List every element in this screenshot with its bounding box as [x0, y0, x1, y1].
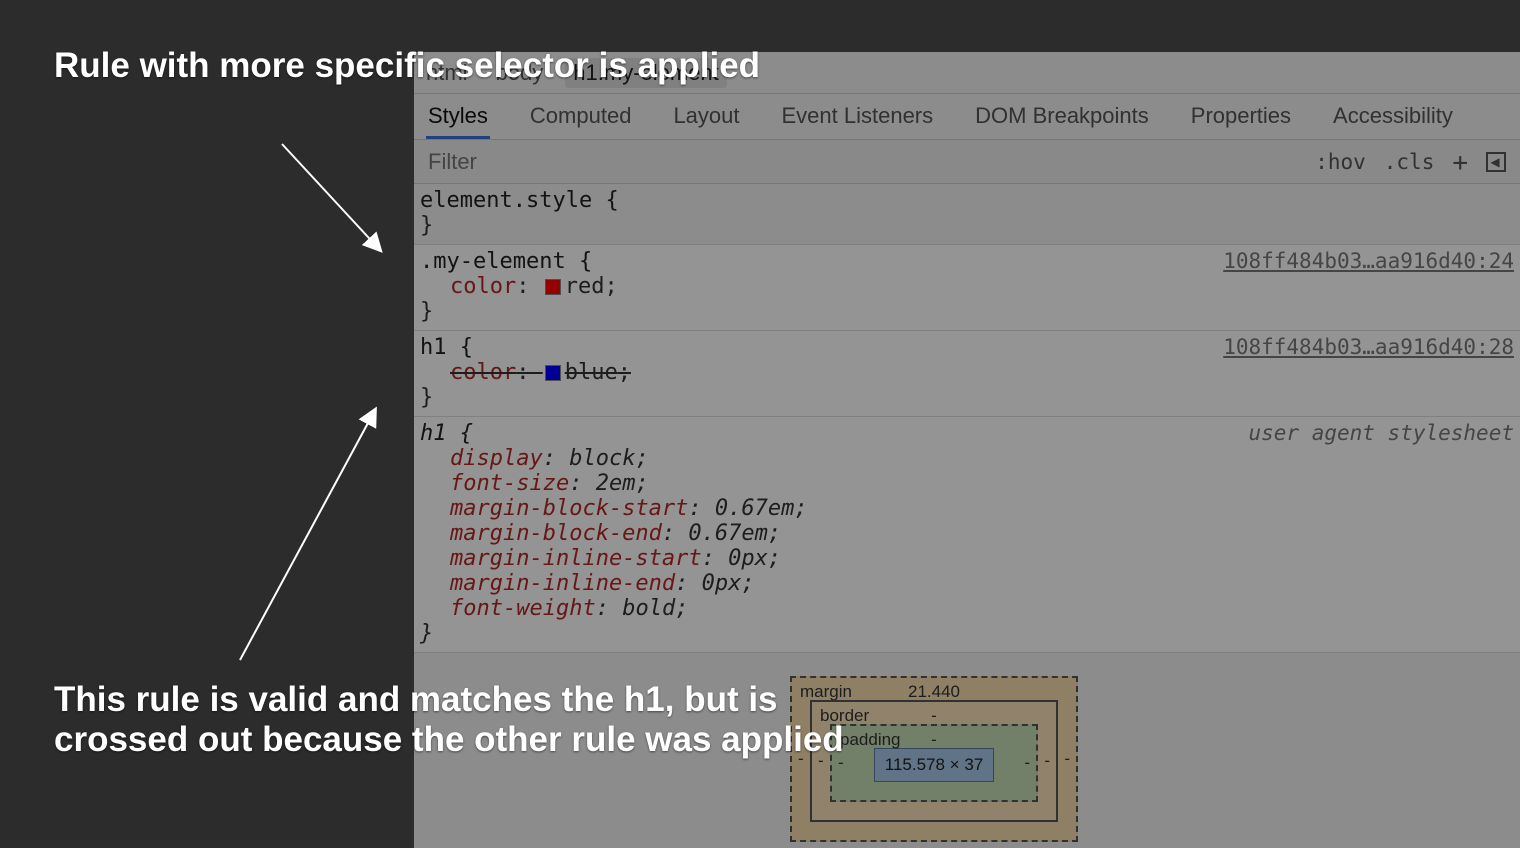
- padding-right-value[interactable]: -: [1024, 753, 1030, 773]
- arrow-top: [272, 134, 402, 264]
- color-swatch-icon[interactable]: [545, 365, 561, 381]
- styles-filter-bar: :hov .cls +: [414, 140, 1520, 184]
- rule-h1-user-agent[interactable]: user agent stylesheet h1 { display: bloc…: [414, 417, 1520, 653]
- tab-accessibility[interactable]: Accessibility: [1331, 95, 1455, 139]
- hov-toggle[interactable]: :hov: [1315, 150, 1366, 174]
- rule-source-link[interactable]: 108ff484b03…aa916d40:24: [1223, 249, 1514, 273]
- color-swatch-icon[interactable]: [545, 279, 561, 295]
- selector: h1 {: [420, 421, 473, 446]
- rule-close: }: [420, 621, 433, 646]
- arrow-bottom: [230, 400, 400, 670]
- rule-source-link[interactable]: 108ff484b03…aa916d40:28: [1223, 335, 1514, 359]
- rule-close: }: [420, 385, 433, 410]
- annotation-bottom: This rule is valid and matches the h1, b…: [54, 680, 854, 761]
- selector: h1 {: [420, 335, 473, 360]
- declaration[interactable]: color: red;: [420, 274, 1514, 299]
- declaration: margin-block-start: 0.67em;: [420, 496, 1514, 521]
- styles-filter-input[interactable]: [422, 145, 1315, 179]
- toggle-sidebar-icon[interactable]: [1486, 152, 1506, 172]
- styles-tabs: Styles Computed Layout Event Listeners D…: [414, 94, 1520, 140]
- annotation-top: Rule with more specific selector is appl…: [54, 46, 760, 86]
- tab-dom-breakpoints[interactable]: DOM Breakpoints: [973, 95, 1151, 139]
- selector: element.style {: [420, 188, 619, 213]
- tab-computed[interactable]: Computed: [528, 95, 634, 139]
- tab-properties[interactable]: Properties: [1189, 95, 1293, 139]
- declaration: font-weight: bold;: [420, 596, 1514, 621]
- selector: .my-element {: [420, 249, 592, 274]
- rule-source-ua: user agent stylesheet: [1248, 421, 1514, 445]
- cls-toggle[interactable]: .cls: [1384, 150, 1435, 174]
- styles-pane: element.style { } 108ff484b03…aa916d40:2…: [414, 184, 1520, 653]
- rule-my-element[interactable]: 108ff484b03…aa916d40:24 .my-element { co…: [414, 245, 1520, 331]
- tab-styles[interactable]: Styles: [426, 95, 490, 139]
- border-right-value[interactable]: -: [1044, 751, 1050, 771]
- margin-top-value[interactable]: 21.440: [908, 682, 960, 702]
- rule-h1-author[interactable]: 108ff484b03…aa916d40:28 h1 { color: blue…: [414, 331, 1520, 417]
- declaration-overridden[interactable]: color: blue;: [420, 360, 1514, 385]
- tab-event-listeners[interactable]: Event Listeners: [780, 95, 936, 139]
- border-top-value[interactable]: -: [931, 706, 937, 726]
- declaration: margin-inline-start: 0px;: [420, 546, 1514, 571]
- declaration: display: block;: [420, 446, 1514, 471]
- tab-layout[interactable]: Layout: [671, 95, 741, 139]
- box-model-content[interactable]: 115.578 × 37: [874, 748, 994, 782]
- box-model-padding[interactable]: padding - - - 115.578 × 37: [830, 724, 1038, 802]
- new-style-rule-icon[interactable]: +: [1452, 150, 1468, 176]
- rule-close: }: [420, 213, 433, 238]
- declaration: margin-block-end: 0.67em;: [420, 521, 1514, 546]
- rule-element-style[interactable]: element.style { }: [414, 184, 1520, 245]
- padding-top-value[interactable]: -: [931, 730, 937, 750]
- declaration: margin-inline-end: 0px;: [420, 571, 1514, 596]
- declaration: font-size: 2em;: [420, 471, 1514, 496]
- margin-right-value[interactable]: -: [1064, 749, 1070, 769]
- rule-close: }: [420, 299, 433, 324]
